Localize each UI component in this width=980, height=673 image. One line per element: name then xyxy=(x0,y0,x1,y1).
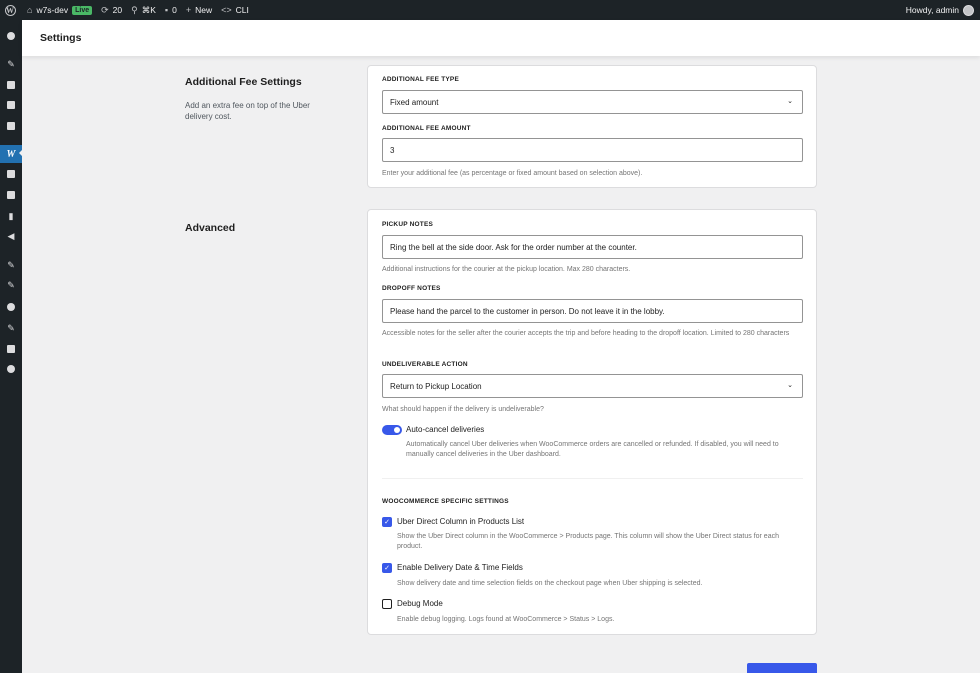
pickup-notes-help: Additional instructions for the courier … xyxy=(382,266,631,273)
debug-mode-label: Debug Mode xyxy=(397,599,443,608)
admin-bar: W ⌂ w7s-dev Live ⟳ 20 ⚲ ⌘K ▪ 0 + New <> … xyxy=(0,0,980,20)
auto-cancel-toggle[interactable] xyxy=(382,425,402,435)
cli-label: CLI xyxy=(235,5,249,15)
media-icon[interactable] xyxy=(0,77,22,93)
woocommerce-settings-heading: WOOCOMMERCE SPECIFIC SETTINGS xyxy=(382,498,509,505)
updates-count: 20 xyxy=(112,5,123,15)
howdy-text: Howdy, admin xyxy=(905,5,959,15)
auto-cancel-label: Auto-cancel deliveries xyxy=(406,425,485,434)
pickup-notes-input[interactable]: Ring the bell at the side door. Ask for … xyxy=(382,235,803,259)
command-palette-button[interactable]: ⚲ ⌘K xyxy=(131,5,156,16)
fee-amount-input[interactable]: 3 xyxy=(382,138,803,162)
fee-settings-card: ADDITIONAL FEE TYPE Fixed amount ⌄ ADDIT… xyxy=(367,65,817,188)
fee-amount-value: 3 xyxy=(390,145,395,155)
advanced-section-title: Advanced xyxy=(185,222,236,234)
undeliverable-action-help: What should happen if the delivery is un… xyxy=(382,406,544,413)
appearance-icon[interactable]: ✎ xyxy=(0,257,22,273)
comments-icon: ▪ xyxy=(164,5,169,15)
debug-mode-help: Enable debug logging. Logs found at WooC… xyxy=(397,616,615,623)
cli-button[interactable]: <> CLI xyxy=(221,5,249,15)
dropoff-notes-help: Accessible notes for the seller after th… xyxy=(382,330,790,337)
fee-amount-help: Enter your additional fee (as percentage… xyxy=(382,170,643,177)
chevron-down-icon: ⌄ xyxy=(787,98,793,105)
live-badge: Live xyxy=(72,5,93,15)
admin-sidebar: ✎ W ▮ ◀ ✎ ✎ ✎ xyxy=(0,20,23,673)
users-icon[interactable] xyxy=(0,299,22,315)
play-icon[interactable] xyxy=(0,361,22,377)
avatar xyxy=(963,4,974,16)
site-name-link[interactable]: ⌂ w7s-dev Live xyxy=(27,5,93,15)
check-icon: ✓ xyxy=(384,565,390,572)
comments-link[interactable]: ▪ 0 xyxy=(165,5,177,15)
chevron-down-icon: ⌄ xyxy=(787,382,793,389)
debug-mode-checkbox[interactable] xyxy=(382,599,392,609)
page-header: Settings xyxy=(22,20,980,56)
dropoff-notes-value: Please hand the parcel to the customer i… xyxy=(390,306,665,316)
plugins-icon[interactable]: ✎ xyxy=(0,277,22,293)
delivery-date-help: Show delivery date and time selection fi… xyxy=(397,580,703,587)
fee-type-label: ADDITIONAL FEE TYPE xyxy=(382,76,459,83)
payments-icon[interactable] xyxy=(0,187,22,203)
plus-icon: + xyxy=(185,5,192,15)
undeliverable-action-select[interactable]: Return to Pickup Location ⌄ xyxy=(382,374,803,398)
advanced-settings-card: PICKUP NOTES Ring the bell at the side d… xyxy=(367,209,817,635)
dropoff-notes-label: DROPOFF NOTES xyxy=(382,285,441,292)
fee-section-description: Add an extra fee on top of the Uber deli… xyxy=(185,101,310,121)
new-content-button[interactable]: + New xyxy=(186,5,212,15)
products-icon[interactable] xyxy=(0,166,22,182)
section-divider xyxy=(382,478,803,479)
pickup-notes-value: Ring the bell at the side door. Ask for … xyxy=(390,242,637,252)
code-icon: <> xyxy=(221,5,232,15)
fee-type-select[interactable]: Fixed amount ⌄ xyxy=(382,90,803,114)
new-label: New xyxy=(195,5,213,15)
dashboard-icon[interactable] xyxy=(0,28,22,44)
site-name: w7s-dev xyxy=(36,5,69,15)
wordpress-menu[interactable]: W xyxy=(0,4,20,16)
undeliverable-action-value: Return to Pickup Location xyxy=(390,381,482,391)
updates-icon: ⟳ xyxy=(101,4,109,15)
wordpress-icon: W xyxy=(4,4,16,16)
comments-count: 0 xyxy=(172,5,177,15)
fee-type-value: Fixed amount xyxy=(390,97,439,107)
fee-amount-label: ADDITIONAL FEE AMOUNT xyxy=(382,125,471,132)
comments-icon[interactable] xyxy=(0,118,22,134)
analytics-icon[interactable]: ▮ xyxy=(0,208,22,224)
pickup-notes-label: PICKUP NOTES xyxy=(382,221,434,228)
pages-icon[interactable] xyxy=(0,97,22,113)
uber-column-label: Uber Direct Column in Products List xyxy=(397,517,525,526)
uber-column-help: Show the Uber Direct column in the WooCo… xyxy=(397,533,779,550)
dropoff-notes-input[interactable]: Please hand the parcel to the customer i… xyxy=(382,299,803,323)
settings-icon[interactable] xyxy=(0,341,22,357)
marketing-icon[interactable]: ◀ xyxy=(0,228,22,244)
tools-icon[interactable]: ✎ xyxy=(0,320,22,336)
page-title: Settings xyxy=(40,32,82,44)
search-icon: ⚲ xyxy=(131,4,138,15)
delivery-date-label: Enable Delivery Date & Time Fields xyxy=(397,563,523,572)
home-icon: ⌂ xyxy=(27,5,33,15)
command-shortcut: ⌘K xyxy=(141,4,156,15)
save-button[interactable] xyxy=(747,663,817,673)
undeliverable-action-label: UNDELIVERABLE ACTION xyxy=(382,361,468,368)
check-icon: ✓ xyxy=(384,519,390,526)
uber-column-checkbox[interactable]: ✓ xyxy=(382,517,392,527)
updates-link[interactable]: ⟳ 20 xyxy=(101,5,122,16)
account-menu[interactable]: Howdy, admin xyxy=(905,4,974,16)
delivery-date-checkbox[interactable]: ✓ xyxy=(382,563,392,573)
woocommerce-icon[interactable]: W xyxy=(0,145,23,163)
fee-section-title: Additional Fee Settings xyxy=(185,76,302,88)
auto-cancel-help: Automatically cancel Uber deliveries whe… xyxy=(406,441,779,458)
pin-icon[interactable]: ✎ xyxy=(0,56,22,72)
